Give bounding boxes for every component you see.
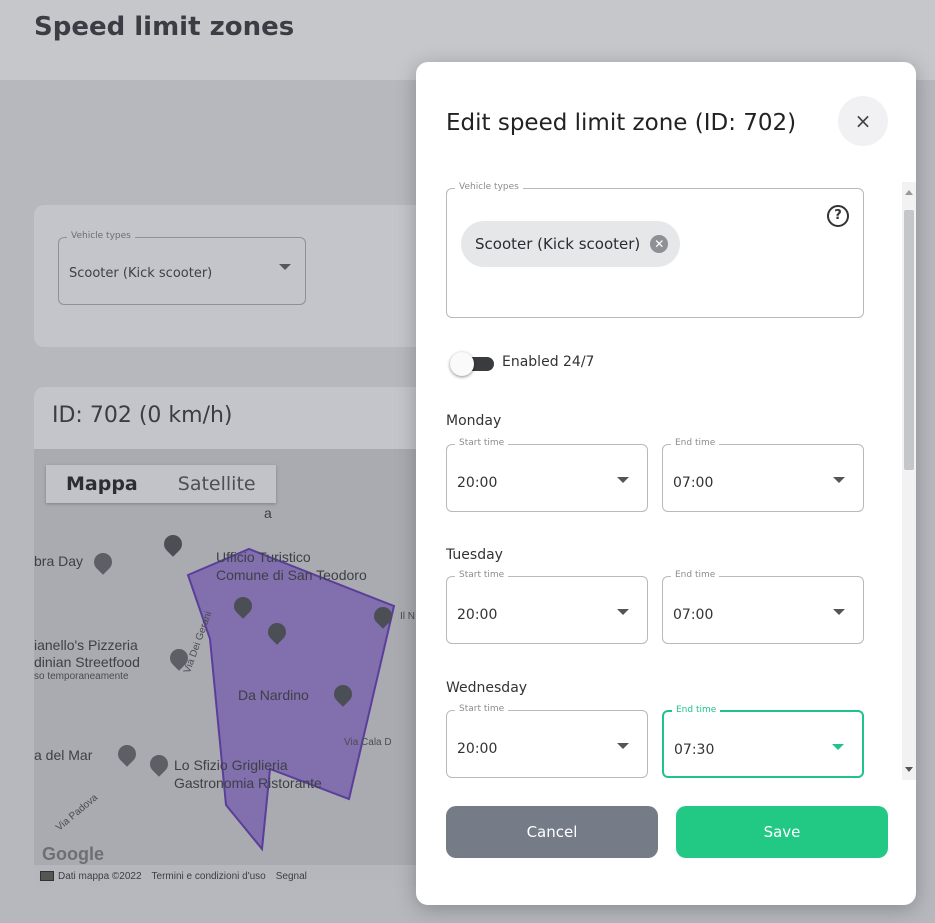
- chevron-down-icon: [617, 743, 629, 749]
- monday-end-time[interactable]: End time 07:00: [662, 438, 864, 512]
- zone-title: ID: 702 (0 km/h): [52, 403, 233, 428]
- vehicle-types-legend: Vehicle types: [455, 182, 523, 192]
- tuesday-start-time[interactable]: Start time 20:00: [446, 570, 648, 644]
- vehicle-types-select[interactable]: Vehicle types Scooter (Kick scooter): [58, 231, 306, 305]
- map[interactable]: Mappa Satellite a Ufficio Turistico Comu…: [34, 449, 454, 887]
- map-label: a del Mar: [34, 747, 93, 763]
- wednesday-end-time[interactable]: End time 07:30: [662, 705, 864, 778]
- monday-start-time[interactable]: Start time 20:00: [446, 438, 648, 512]
- scroll-up-arrow-icon[interactable]: [905, 190, 913, 195]
- start-time-value: 20:00: [457, 741, 498, 757]
- vehicle-types-value: Scooter (Kick scooter): [69, 266, 213, 281]
- chip-label: Scooter (Kick scooter): [475, 235, 641, 253]
- edit-zone-dialog: Edit speed limit zone (ID: 702) × Vehicl…: [416, 62, 916, 905]
- dialog-content: Vehicle types ? Scooter (Kick scooter) ✕…: [416, 182, 916, 780]
- page-title: Speed limit zones: [34, 12, 295, 42]
- chevron-down-icon: [617, 477, 629, 483]
- save-button[interactable]: Save: [676, 806, 888, 858]
- start-time-legend: Start time: [455, 570, 509, 580]
- chevron-down-icon: [833, 477, 845, 483]
- start-time-legend: Start time: [455, 438, 509, 448]
- chevron-down-icon: [279, 264, 291, 270]
- day-label-monday: Monday: [446, 413, 502, 429]
- map-label: Gastronomia Ristorante: [174, 775, 322, 791]
- end-time-value: 07:30: [674, 742, 715, 758]
- chip-remove-icon[interactable]: ✕: [650, 235, 669, 253]
- chevron-down-icon: [833, 609, 845, 615]
- zone-card: ID: 702 (0 km/h) Mappa Satellite a Uffic…: [34, 387, 454, 887]
- scroll-down-arrow-icon[interactable]: [905, 767, 913, 772]
- map-label: so temporaneamente: [34, 671, 129, 682]
- day-label-wednesday: Wednesday: [446, 680, 528, 696]
- vehicle-type-chip: Scooter (Kick scooter) ✕: [461, 221, 681, 267]
- help-icon[interactable]: ?: [827, 205, 849, 227]
- map-type-control: Mappa Satellite: [46, 465, 276, 503]
- terms-link[interactable]: Termini e condizioni d'uso: [152, 871, 266, 882]
- map-label: Via Cala D: [344, 737, 392, 748]
- start-time-value: 20:00: [457, 475, 498, 491]
- start-time-value: 20:00: [457, 607, 498, 623]
- map-label: Ufficio Turistico: [216, 549, 311, 565]
- end-time-value: 07:00: [673, 607, 714, 623]
- map-label: ianello's Pizzeria: [34, 637, 138, 653]
- end-time-legend: End time: [671, 570, 720, 580]
- map-label: Comune di San Teodoro: [216, 567, 367, 583]
- toggle-thumb: [450, 352, 474, 376]
- map-data-credit: Dati mappa ©2022: [58, 870, 142, 882]
- scroll-thumb[interactable]: [904, 210, 914, 470]
- vehicle-types-field[interactable]: Vehicle types ? Scooter (Kick scooter) ✕: [446, 182, 864, 318]
- map-label: dinian Streetfood: [34, 654, 140, 670]
- start-time-legend: Start time: [455, 704, 509, 714]
- map-label: Il N: [400, 611, 415, 622]
- map-label: a: [264, 505, 272, 521]
- chevron-down-icon: [832, 744, 844, 750]
- toggle-label: Enabled 24/7: [502, 354, 595, 370]
- satellite-button[interactable]: Satellite: [158, 465, 276, 503]
- end-time-legend: End time: [671, 438, 720, 448]
- end-time-value: 07:00: [673, 475, 714, 491]
- dialog-title: Edit speed limit zone (ID: 702): [446, 110, 797, 136]
- google-logo: Google: [42, 844, 104, 864]
- vehicle-types-legend: Vehicle types: [67, 231, 135, 241]
- day-label-tuesday: Tuesday: [446, 547, 503, 563]
- wednesday-start-time[interactable]: Start time 20:00: [446, 704, 648, 778]
- close-button[interactable]: ×: [838, 96, 888, 146]
- filter-card: Vehicle types Scooter (Kick scooter): [34, 205, 454, 347]
- keyboard-icon[interactable]: [40, 871, 54, 881]
- map-label: Da Nardino: [238, 687, 309, 703]
- dialog-scrollbar[interactable]: [902, 182, 916, 780]
- map-footer: Dati mappa ©2022 Termini e condizioni d'…: [34, 865, 454, 887]
- map-button[interactable]: Mappa: [46, 465, 158, 503]
- chevron-down-icon: [617, 609, 629, 615]
- map-label: bra Day: [34, 553, 84, 569]
- map-label: Lo Sfizio Griglieria: [174, 757, 288, 773]
- report-link[interactable]: Segnal: [276, 871, 307, 882]
- cancel-button[interactable]: Cancel: [446, 806, 658, 858]
- enabled-24-7-toggle[interactable]: [450, 352, 494, 376]
- tuesday-end-time[interactable]: End time 07:00: [662, 570, 864, 644]
- end-time-legend: End time: [672, 705, 721, 715]
